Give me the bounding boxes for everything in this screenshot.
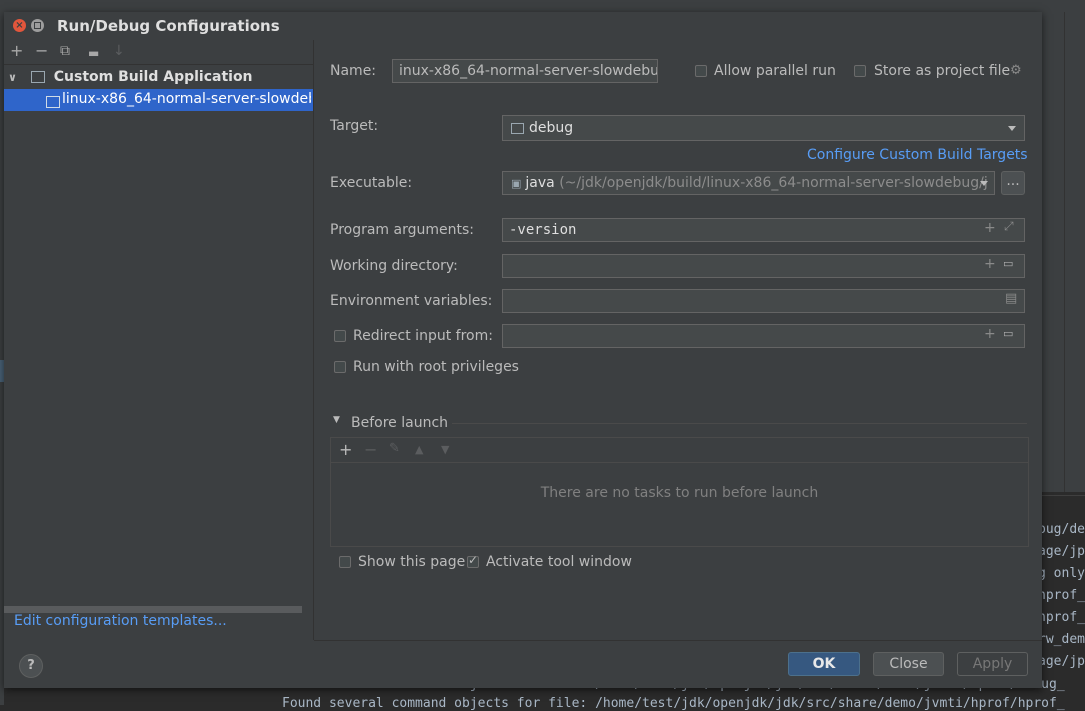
configure-build-targets-link[interactable]: Configure Custom Build Targets: [807, 147, 1028, 163]
env-vars-label: Environment variables:: [330, 293, 493, 309]
name-field[interactable]: inux-x86_64-normal-server-slowdebug: [392, 59, 658, 83]
redirect-input-field[interactable]: [502, 324, 1025, 348]
edit-templates-link[interactable]: Edit configuration templates...: [14, 613, 227, 629]
move-up-icon[interactable]: ▲: [415, 443, 423, 456]
custom-build-target-icon: [511, 122, 524, 134]
chevron-down-icon[interactable]: ∨: [8, 71, 22, 84]
executable-path: (~/jdk/openjdk/build/linux-x86_64-normal…: [559, 175, 988, 191]
expand-icon[interactable]: ⤢: [1004, 219, 1014, 234]
chevron-down-icon[interactable]: ▼: [333, 415, 340, 425]
console-line: age/jp: [1038, 544, 1085, 559]
console-line: Found several command objects for file: …: [282, 696, 1065, 711]
copy-configuration-icon[interactable]: ⧉: [60, 42, 70, 60]
activate-tool-window-checkbox[interactable]: [467, 553, 479, 568]
add-task-icon[interactable]: +: [339, 440, 352, 459]
chevron-down-icon[interactable]: [980, 181, 988, 186]
close-window-icon[interactable]: ×: [13, 19, 26, 32]
remove-task-icon[interactable]: −: [364, 440, 377, 459]
working-dir-label: Working directory:: [330, 258, 458, 274]
activate-tool-window-label: Activate tool window: [486, 554, 632, 570]
sort-icon[interactable]: ↓: [113, 42, 125, 60]
executable-label: Executable:: [330, 175, 413, 191]
tree-item-label: linux-x86_64-normal-server-slowdebug: [62, 91, 311, 107]
program-args-label: Program arguments:: [330, 222, 474, 238]
folder-icon[interactable]: ▭: [1003, 327, 1013, 340]
show-page-checkbox[interactable]: [339, 556, 351, 568]
console-line: g only: [1038, 566, 1085, 581]
name-label: Name:: [330, 63, 377, 79]
tree-group-custom-build[interactable]: ∨ Custom Build Application: [8, 69, 253, 89]
tree-horizontal-scrollbar[interactable]: [4, 606, 302, 613]
browse-executable-button[interactable]: ...: [1001, 171, 1025, 195]
tree-group-label: Custom Build Application: [53, 69, 253, 85]
maximize-window-icon[interactable]: [31, 19, 44, 32]
custom-build-app-icon: [30, 71, 45, 83]
target-label: Target:: [330, 118, 379, 134]
store-project-checkbox[interactable]: [854, 65, 866, 77]
target-select[interactable]: debug: [502, 115, 1025, 141]
before-launch-divider: [452, 423, 1027, 424]
close-button[interactable]: Close: [873, 652, 944, 676]
ide-background-top: [0, 0, 1085, 12]
executable-name: java: [525, 175, 555, 191]
before-launch-panel: + − ✎ ▲ ▼ There are no tasks to run befo…: [330, 437, 1029, 547]
console-line: age/jp: [1038, 654, 1085, 669]
before-launch-label[interactable]: Before launch: [351, 415, 448, 431]
document-icon[interactable]: ▤: [1005, 291, 1017, 306]
edit-task-icon[interactable]: ✎: [389, 441, 400, 456]
plus-icon[interactable]: +: [984, 220, 996, 236]
move-down-icon[interactable]: ▼: [441, 443, 449, 456]
panel-splitter[interactable]: [313, 40, 314, 640]
dialog-titlebar: × Run/Debug Configurations: [4, 12, 1042, 40]
console-line: bug/de: [1038, 522, 1085, 537]
target-value: debug: [529, 120, 574, 136]
executable-icon: ▣: [511, 177, 522, 190]
chevron-down-icon[interactable]: [1008, 126, 1016, 131]
redirect-input-label: Redirect input from:: [353, 328, 493, 344]
remove-configuration-icon[interactable]: −: [35, 42, 48, 60]
plus-icon[interactable]: +: [984, 256, 996, 272]
new-folder-icon[interactable]: ▬: [88, 44, 99, 62]
allow-parallel-label: Allow parallel run: [714, 63, 836, 79]
before-launch-empty-text: There are no tasks to run before launch: [540, 485, 819, 501]
bottom-divider: [314, 640, 1042, 641]
ide-right-divider: [1064, 12, 1065, 492]
configuration-tree: ∨ Custom Build Application linux-x86_64-…: [4, 64, 313, 601]
executable-select[interactable]: ▣ java (~/jdk/openjdk/build/linux-x86_64-…: [502, 171, 995, 195]
apply-button[interactable]: Apply: [957, 652, 1028, 676]
console-line: hprof_: [1038, 610, 1085, 625]
working-dir-field[interactable]: [502, 254, 1025, 278]
redirect-input-checkbox[interactable]: [334, 330, 346, 342]
console-line: hprof_: [1038, 588, 1085, 603]
folder-icon[interactable]: ▭: [1003, 257, 1013, 270]
ok-button[interactable]: OK: [788, 652, 860, 676]
help-button[interactable]: ?: [19, 654, 43, 678]
program-args-field[interactable]: -version: [502, 218, 1025, 242]
allow-parallel-checkbox[interactable]: [695, 65, 707, 77]
root-privileges-label: Run with root privileges: [353, 359, 519, 375]
run-debug-dialog: × Run/Debug Configurations + − ⧉ ▬ ↓ ∨ C…: [4, 12, 1042, 688]
before-launch-toolbar: + − ✎ ▲ ▼: [331, 438, 1028, 463]
dialog-title: Run/Debug Configurations: [57, 17, 280, 35]
root-privileges-checkbox[interactable]: [334, 361, 346, 373]
gear-icon[interactable]: ⚙: [1010, 63, 1022, 78]
store-project-label: Store as project file: [874, 63, 1011, 79]
env-vars-field[interactable]: [502, 289, 1025, 313]
show-page-label: Show this page: [358, 554, 466, 570]
console-line: rw_dem: [1038, 632, 1085, 647]
custom-build-app-icon: [46, 96, 60, 108]
add-configuration-icon[interactable]: +: [10, 42, 23, 60]
plus-icon[interactable]: +: [984, 326, 996, 342]
